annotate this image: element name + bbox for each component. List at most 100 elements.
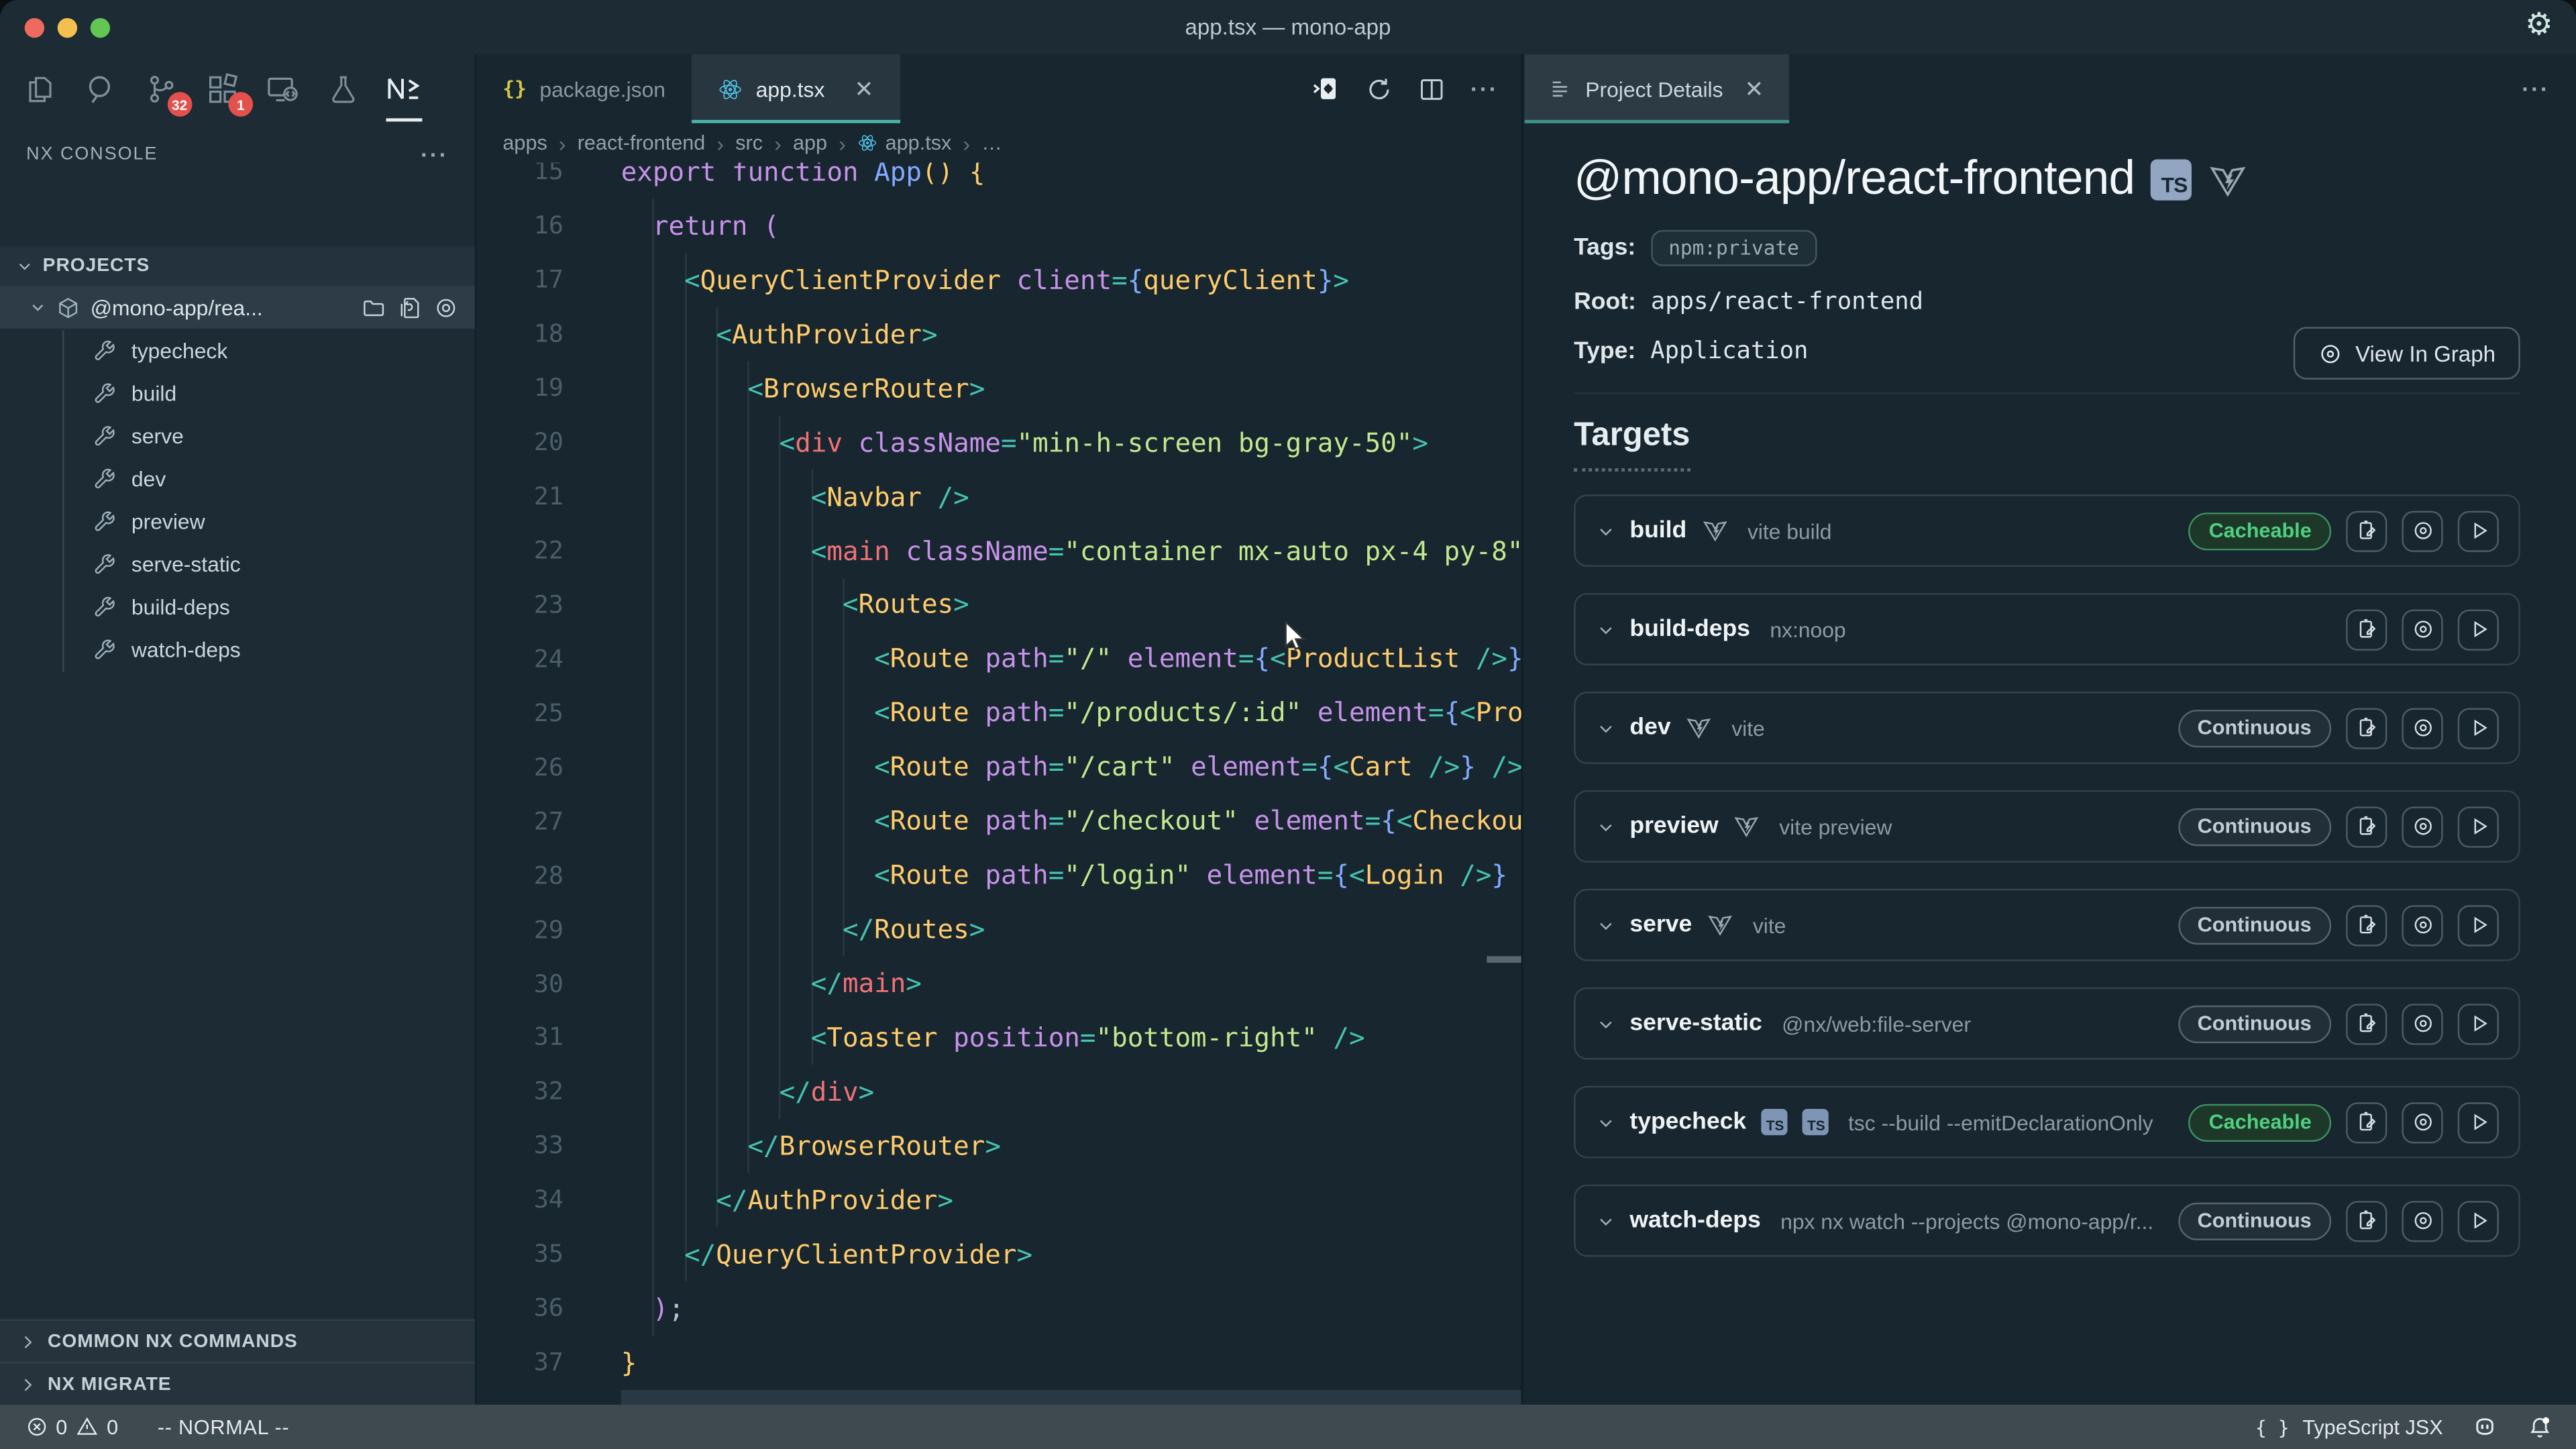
view-graph-button[interactable] bbox=[2402, 707, 2443, 748]
more-actions-icon[interactable]: ··· bbox=[2522, 76, 2550, 102]
settings-gear-icon[interactable]: ⚙ bbox=[2525, 7, 2553, 44]
sidebar-target-build-deps[interactable]: build-deps bbox=[0, 585, 475, 628]
sidebar-section-common-nx-commands[interactable]: COMMON NX COMMANDS bbox=[0, 1320, 475, 1362]
run-button[interactable] bbox=[2458, 1003, 2499, 1044]
generate-file-icon[interactable] bbox=[398, 295, 423, 320]
view-graph-button[interactable] bbox=[2402, 608, 2443, 649]
target-card-build[interactable]: buildvite buildCacheable bbox=[1574, 494, 2520, 567]
chevron-down-icon[interactable] bbox=[1597, 817, 1615, 835]
editor-group: {} package.json app.tsx ✕ bbox=[476, 54, 1523, 1405]
sidebar-target-build[interactable]: build bbox=[0, 371, 475, 414]
indent-guide bbox=[843, 578, 844, 957]
nx-console-icon[interactable] bbox=[381, 66, 427, 112]
code-line-16: 16 return ( bbox=[476, 199, 1521, 253]
breadcrumb-item[interactable]: src bbox=[735, 131, 763, 154]
sidebar-target-dev[interactable]: dev bbox=[0, 457, 475, 500]
tab-project-details[interactable]: Project Details ✕ bbox=[1525, 54, 1788, 123]
target-card-dev[interactable]: devviteContinuous bbox=[1574, 692, 2520, 764]
tab-app-tsx[interactable]: app.tsx ✕ bbox=[692, 54, 900, 123]
copy-button[interactable] bbox=[2346, 904, 2387, 945]
target-command: vite build bbox=[1748, 519, 2174, 543]
bell-icon[interactable] bbox=[2527, 1413, 2553, 1440]
horizontal-scrollbar[interactable] bbox=[1487, 956, 1521, 963]
breadcrumb-item[interactable]: app bbox=[793, 131, 827, 154]
chevron-down-icon[interactable] bbox=[1597, 1113, 1615, 1131]
breadcrumb-item[interactable]: react-frontend bbox=[578, 131, 706, 154]
copy-button[interactable] bbox=[2346, 1200, 2387, 1241]
target-card-preview[interactable]: previewvite previewContinuous bbox=[1574, 790, 2520, 863]
target-name: serve-static bbox=[1629, 1010, 1762, 1036]
window-title: app.tsx — mono-app bbox=[0, 0, 2576, 54]
sidebar-target-typecheck[interactable]: typecheck bbox=[0, 329, 475, 372]
breadcrumb-item[interactable]: … bbox=[981, 131, 1002, 154]
target-label: serve bbox=[131, 423, 184, 448]
project-row[interactable]: @mono-app/rea... bbox=[0, 286, 475, 329]
target-card-typecheck[interactable]: typecheckTSTStsc --build --emitDeclarati… bbox=[1574, 1086, 2520, 1159]
refresh-icon[interactable] bbox=[1365, 74, 1393, 103]
view-graph-button[interactable] bbox=[2402, 1200, 2443, 1241]
chevron-down-icon[interactable] bbox=[1597, 718, 1615, 737]
files-icon[interactable] bbox=[16, 66, 62, 112]
view-graph-button[interactable] bbox=[2402, 904, 2443, 945]
sidebar-target-watch-deps[interactable]: watch-deps bbox=[0, 628, 475, 671]
folder-icon[interactable] bbox=[362, 295, 386, 320]
run-button[interactable] bbox=[2458, 904, 2499, 945]
target-command: nx:noop bbox=[1770, 617, 2331, 642]
open-project-details-icon[interactable] bbox=[1311, 74, 1340, 103]
source-control-icon[interactable]: 32 bbox=[138, 66, 184, 112]
view-graph-button[interactable] bbox=[2402, 1102, 2443, 1142]
copy-button[interactable] bbox=[2346, 1003, 2387, 1044]
target-command: vite bbox=[1731, 716, 2163, 741]
view-in-graph-button[interactable]: View In Graph bbox=[2293, 327, 2520, 379]
run-button[interactable] bbox=[2458, 806, 2499, 847]
code-line-33: 33 </BrowserRouter> bbox=[476, 1118, 1521, 1173]
run-button[interactable] bbox=[2458, 1200, 2499, 1241]
run-button[interactable] bbox=[2458, 510, 2499, 551]
target-card-serve[interactable]: serveviteContinuous bbox=[1574, 889, 2520, 961]
breadcrumb-item[interactable]: app.tsx bbox=[857, 131, 951, 154]
target-icon[interactable] bbox=[434, 295, 459, 320]
target-card-serve-static[interactable]: serve-static@nx/web:file-serverContinuou… bbox=[1574, 987, 2520, 1060]
tab-package-json[interactable]: {} package.json bbox=[476, 54, 692, 123]
sidebar-target-serve[interactable]: serve bbox=[0, 414, 475, 457]
target-card-build-deps[interactable]: build-depsnx:noop bbox=[1574, 593, 2520, 665]
target-card-watch-deps[interactable]: watch-depsnpx nx watch --projects @mono-… bbox=[1574, 1185, 2520, 1257]
chevron-down-icon[interactable] bbox=[1597, 916, 1615, 934]
close-tab-icon[interactable]: ✕ bbox=[854, 74, 873, 103]
copy-button[interactable] bbox=[2346, 608, 2387, 649]
remote-explorer-icon[interactable] bbox=[260, 66, 306, 112]
code-editor[interactable]: 15export function App() {16 return (17 <… bbox=[476, 162, 1521, 1404]
chevron-down-icon[interactable] bbox=[1597, 522, 1615, 540]
language-mode[interactable]: { } TypeScript JSX bbox=[2255, 1415, 2443, 1438]
run-button[interactable] bbox=[2458, 707, 2499, 748]
close-tab-icon[interactable]: ✕ bbox=[1744, 74, 1764, 103]
projects-section-header[interactable]: PROJECTS bbox=[0, 246, 475, 286]
chevron-down-icon[interactable] bbox=[1597, 1212, 1615, 1230]
code-line-28: 28 <Route path="/login" element={<Login … bbox=[476, 848, 1521, 902]
more-actions-icon[interactable]: ··· bbox=[421, 142, 449, 168]
copy-button[interactable] bbox=[2346, 806, 2387, 847]
copilot-icon[interactable] bbox=[2471, 1413, 2499, 1441]
breadcrumb-item[interactable]: apps bbox=[502, 131, 547, 154]
view-graph-button[interactable] bbox=[2402, 510, 2443, 551]
run-button[interactable] bbox=[2458, 608, 2499, 649]
test-beaker-icon[interactable] bbox=[321, 66, 367, 112]
root-row: Root: apps/react-frontend bbox=[1574, 289, 2520, 315]
copy-button[interactable] bbox=[2346, 510, 2387, 551]
run-button[interactable] bbox=[2458, 1102, 2499, 1142]
sidebar-target-serve-static[interactable]: serve-static bbox=[0, 542, 475, 585]
sidebar-target-preview[interactable]: preview bbox=[0, 499, 475, 542]
problems-indicator[interactable]: 0 0 bbox=[26, 1415, 118, 1438]
extensions-icon[interactable]: 1 bbox=[199, 66, 245, 112]
target-name: watch-deps bbox=[1629, 1208, 1760, 1234]
chevron-down-icon[interactable] bbox=[1597, 620, 1615, 638]
copy-button[interactable] bbox=[2346, 707, 2387, 748]
chevron-down-icon[interactable] bbox=[1597, 1014, 1615, 1032]
copy-button[interactable] bbox=[2346, 1102, 2387, 1142]
split-editor-icon[interactable] bbox=[1417, 74, 1446, 103]
view-graph-button[interactable] bbox=[2402, 1003, 2443, 1044]
search-icon[interactable] bbox=[77, 66, 123, 112]
more-actions-icon[interactable]: ··· bbox=[1470, 76, 1499, 102]
view-graph-button[interactable] bbox=[2402, 806, 2443, 847]
sidebar-section-nx-migrate[interactable]: NX MIGRATE bbox=[0, 1362, 475, 1405]
